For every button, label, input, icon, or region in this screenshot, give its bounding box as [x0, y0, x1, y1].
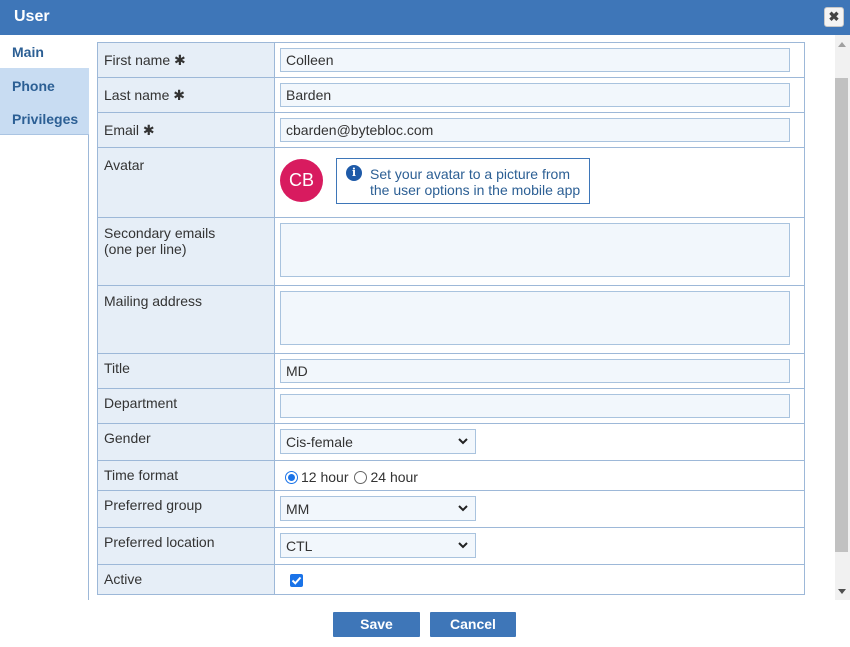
time-format-label: Time format — [98, 461, 275, 490]
row-time-format: Time format 12 hour 24 hour — [98, 461, 804, 491]
active-checkbox[interactable] — [290, 574, 303, 587]
row-department: Department — [98, 389, 804, 424]
gender-select[interactable]: Cis-female — [280, 429, 476, 454]
department-label: Department — [98, 389, 275, 423]
preferred-group-select-value: MM — [286, 501, 310, 517]
scrollbar-thumb[interactable] — [835, 78, 848, 552]
row-avatar: Avatar CB i Set your avatar to a picture… — [98, 148, 804, 218]
department-input[interactable] — [280, 394, 790, 418]
radio-24-hour[interactable] — [354, 470, 368, 484]
row-gender: Gender Cis-female — [98, 424, 804, 461]
avatar-info-box: i Set your avatar to a picture from the … — [336, 158, 590, 204]
radio-24-hour-label: 24 hour — [370, 469, 418, 485]
title-label: Title — [98, 354, 275, 388]
chevron-down-icon — [458, 542, 468, 549]
first-name-label: First name ✱ — [98, 43, 275, 77]
time-format-radio-group: 12 hour 24 hour — [280, 467, 790, 485]
row-active: Active — [98, 565, 804, 595]
gender-label: Gender — [98, 424, 275, 460]
row-preferred-location: Preferred location CTL — [98, 528, 804, 565]
avatar-info-line1: Set your avatar to a picture from — [370, 166, 570, 182]
save-button[interactable]: Save — [333, 612, 420, 637]
active-label: Active — [98, 565, 275, 594]
row-mailing-address: Mailing address — [98, 286, 804, 354]
cancel-button[interactable]: Cancel — [430, 612, 516, 637]
row-first-name: First name ✱ Colleen — [98, 43, 804, 78]
title-input[interactable]: MD — [280, 359, 790, 383]
chevron-down-icon — [458, 505, 468, 512]
scroll-down-arrow-icon[interactable] — [838, 589, 846, 595]
scroll-up-arrow-icon[interactable] — [838, 41, 846, 47]
radio-12-hour[interactable] — [285, 470, 298, 484]
info-icon: i — [346, 165, 362, 181]
checkmark-icon — [291, 576, 302, 585]
preferred-location-select[interactable]: CTL — [280, 533, 476, 558]
chevron-down-icon — [458, 438, 468, 445]
side-tab-bar: Main Phone Privileges — [0, 35, 90, 600]
email-input[interactable]: cbarden@bytebloc.com — [280, 118, 790, 142]
tab-privileges[interactable]: Privileges — [0, 101, 89, 135]
mailing-address-textarea[interactable] — [280, 291, 790, 345]
row-preferred-group: Preferred group MM — [98, 491, 804, 528]
secondary-emails-label-line2: (one per line) — [104, 241, 187, 257]
preferred-location-label: Preferred location — [98, 528, 275, 564]
last-name-label: Last name ✱ — [98, 78, 275, 112]
row-secondary-emails: Secondary emails (one per line) — [98, 218, 804, 286]
secondary-emails-label: Secondary emails (one per line) — [98, 218, 275, 285]
row-title: Title MD — [98, 354, 804, 389]
first-name-input[interactable]: Colleen — [280, 48, 790, 72]
dialog-title: User — [14, 8, 50, 25]
tab-main[interactable]: Main — [0, 35, 90, 69]
avatar-label: Avatar — [98, 148, 275, 217]
secondary-emails-textarea[interactable] — [280, 223, 790, 277]
radio-12-hour-label: 12 hour — [301, 469, 349, 485]
avatar: CB — [280, 159, 323, 202]
mailing-address-label: Mailing address — [98, 286, 275, 353]
gender-select-value: Cis-female — [286, 434, 353, 450]
preferred-group-select[interactable]: MM — [280, 496, 476, 521]
preferred-group-label: Preferred group — [98, 491, 275, 527]
preferred-location-select-value: CTL — [286, 538, 313, 554]
tab-phone[interactable]: Phone — [0, 68, 89, 102]
dialog-titlebar: User ✖ — [0, 0, 850, 35]
row-last-name: Last name ✱ Barden — [98, 78, 804, 113]
last-name-input[interactable]: Barden — [280, 83, 790, 107]
secondary-emails-label-line1: Secondary emails — [104, 225, 216, 241]
row-email: Email ✱ cbarden@bytebloc.com — [98, 113, 804, 148]
email-label: Email ✱ — [98, 113, 275, 147]
dialog-footer: Save Cancel — [0, 600, 850, 647]
avatar-info-line2: the user options in the mobile app — [370, 182, 581, 198]
user-form: First name ✱ Colleen Last name ✱ Barden … — [97, 42, 805, 595]
close-icon[interactable]: ✖ — [824, 7, 844, 27]
